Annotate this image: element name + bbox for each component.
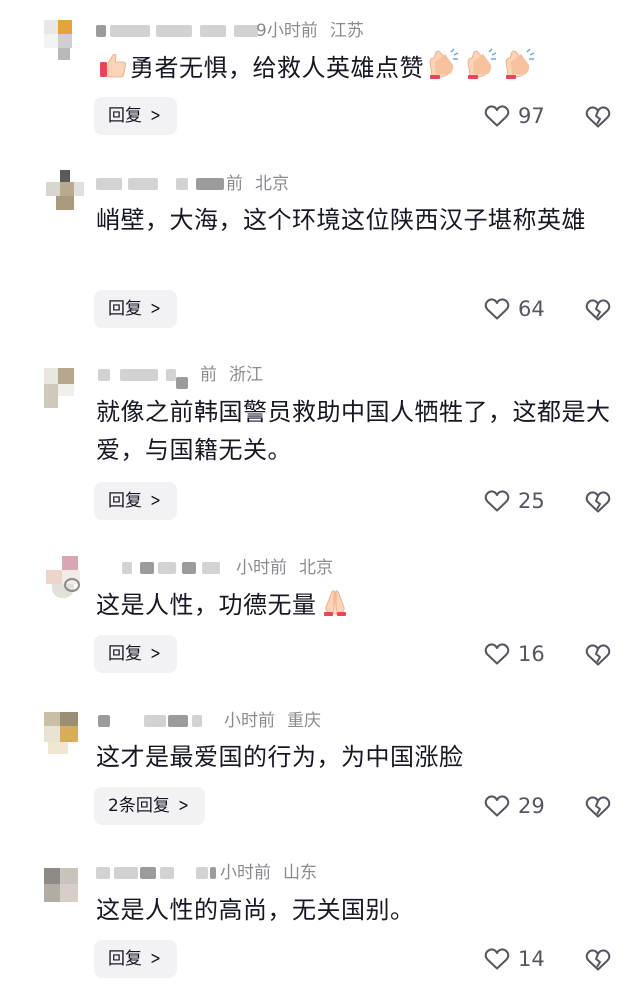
reply-button[interactable]: 回复 > [94, 290, 178, 328]
comment-location: 重庆 [287, 711, 321, 731]
avatar[interactable] [38, 14, 90, 64]
comment-time: 前 [200, 365, 217, 385]
like-count: 64 [518, 297, 545, 321]
avatar[interactable] [38, 166, 90, 216]
comment-location: 北京 [299, 558, 333, 578]
chevron-right-icon: > [150, 948, 161, 969]
like-button[interactable]: 64 [484, 294, 564, 324]
broken-heart-icon[interactable] [585, 489, 611, 515]
clapping-hands-emoji-icon [505, 48, 535, 79]
broken-heart-icon[interactable] [585, 104, 611, 130]
comment-meta: 前北京 [96, 172, 516, 196]
clapping-hands-emoji-icon [429, 48, 459, 79]
chevron-right-icon: > [150, 643, 161, 664]
heart-outline-icon [484, 643, 510, 665]
comment-text: 勇者无惧，给救人英雄点赞 [130, 54, 424, 82]
blurred-username [122, 562, 132, 574]
heart-outline-icon [484, 948, 510, 970]
reply-button[interactable]: 2条回复 > [94, 787, 205, 825]
broken-heart-icon[interactable] [585, 642, 611, 668]
thumbs-up-emoji-icon [100, 53, 126, 78]
heart-outline-icon [484, 105, 510, 127]
like-count: 29 [518, 794, 545, 818]
comment-time: 小时前 [224, 711, 275, 731]
like-button[interactable]: 97 [484, 101, 564, 131]
chevron-right-icon: > [150, 490, 161, 511]
chevron-right-icon: > [178, 795, 189, 816]
like-count: 16 [518, 642, 545, 666]
avatar[interactable] [38, 708, 90, 758]
blurred-username [98, 369, 110, 381]
heart-outline-icon [484, 795, 510, 817]
comment-time: 9小时前 [256, 21, 318, 41]
comment-text: 这是人性的高尚，无关国别。 [96, 896, 415, 924]
heart-outline-icon [484, 490, 510, 512]
comment-meta: 小时前 重庆 [96, 709, 516, 733]
broken-heart-icon[interactable] [585, 947, 611, 973]
comment-location: 北京 [255, 174, 289, 194]
like-button[interactable]: 29 [484, 791, 564, 821]
comment-text-row: 这是人性，功德无量 [96, 586, 616, 624]
like-button[interactable]: 14 [484, 944, 564, 974]
comment-text: 就像之前韩国警员救助中国人牺牲了，这都是大爱，与国籍无关。 [96, 398, 611, 464]
like-button[interactable]: 25 [484, 486, 564, 516]
folded-hands-emoji-icon [323, 590, 346, 616]
clapping-hands-emoji-icon [467, 48, 497, 79]
blurred-username [96, 178, 122, 190]
reply-button[interactable]: 回复 > [94, 635, 178, 673]
blurred-username [98, 715, 110, 727]
like-count: 25 [518, 489, 545, 513]
blurred-username [96, 25, 106, 37]
avatar[interactable] [38, 364, 90, 414]
comment-location: 浙江 [229, 365, 263, 385]
comment-text: 这是人性，功德无量 [96, 591, 317, 619]
comment-meta: 小时前 山东 [96, 861, 516, 885]
comment-text-row: 勇者无惧，给救人英雄点赞 [96, 48, 616, 87]
heart-outline-icon [484, 298, 510, 320]
chevron-right-icon: > [150, 105, 161, 126]
broken-heart-icon[interactable] [585, 794, 611, 820]
broken-heart-icon[interactable] [585, 297, 611, 323]
chevron-right-icon: > [150, 298, 161, 319]
reply-button[interactable]: 回复 > [94, 940, 178, 978]
reply-button[interactable]: 回复 > [94, 97, 178, 135]
avatar[interactable] [38, 552, 90, 602]
blurred-username [96, 867, 110, 879]
comment-meta: 9小时前 江苏 [96, 19, 516, 43]
like-button[interactable]: 16 [484, 639, 564, 669]
comment-meta: 前浙江 [96, 363, 516, 389]
like-count: 14 [518, 947, 545, 971]
comment-time: 小时前 [220, 863, 271, 883]
comment-text: 这才是最爱国的行为，为中国涨脸 [96, 743, 464, 771]
comment-location: 江苏 [329, 21, 364, 41]
like-count: 97 [518, 104, 545, 128]
reply-button[interactable]: 回复 > [94, 482, 178, 520]
comment-meta: 小时前 北京 [96, 556, 516, 580]
comment-text: 峭壁，大海，这个环境这位陕西汉子堪称英雄 [96, 206, 586, 234]
avatar[interactable] [38, 862, 90, 912]
comment-time: 前 [226, 174, 243, 194]
comment-time: 小时前 [236, 558, 287, 578]
comment-location: 山东 [283, 863, 317, 883]
